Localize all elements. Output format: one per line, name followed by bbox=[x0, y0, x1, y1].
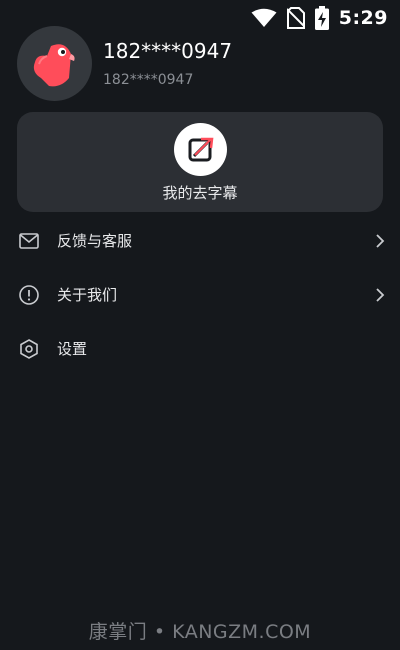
watermark-text: 康掌门 • KANGZM.COM bbox=[88, 621, 312, 643]
my-subtitle-removal-card[interactable]: 我的去字幕 bbox=[17, 112, 383, 212]
remove-subtitle-icon bbox=[188, 137, 214, 162]
menu-item-label: 反馈与客服 bbox=[57, 232, 133, 250]
card-icon-circle bbox=[174, 123, 227, 176]
settings-menu: 反馈与客服 关于我们 设置 bbox=[0, 214, 400, 376]
settings-hexagon-icon bbox=[20, 339, 38, 359]
wifi-icon bbox=[251, 8, 277, 27]
menu-item-settings[interactable]: 设置 bbox=[0, 322, 400, 376]
chevron-right-icon bbox=[376, 288, 385, 302]
info-icon bbox=[19, 285, 39, 305]
mail-icon bbox=[19, 233, 39, 249]
menu-item-feedback[interactable]: 反馈与客服 bbox=[0, 214, 400, 268]
menu-item-label: 设置 bbox=[57, 340, 88, 358]
menu-item-about[interactable]: 关于我们 bbox=[0, 268, 400, 322]
chevron-right-icon bbox=[376, 234, 385, 248]
avatar[interactable] bbox=[17, 26, 92, 101]
card-label: 我的去字幕 bbox=[162, 184, 238, 202]
profile-header[interactable]: 182****0947 182****0947 bbox=[17, 26, 383, 102]
username: 182****0947 bbox=[103, 39, 233, 63]
account-id: 182****0947 bbox=[103, 72, 194, 88]
menu-item-label: 关于我们 bbox=[57, 286, 118, 304]
parrot-avatar-icon bbox=[33, 44, 75, 87]
